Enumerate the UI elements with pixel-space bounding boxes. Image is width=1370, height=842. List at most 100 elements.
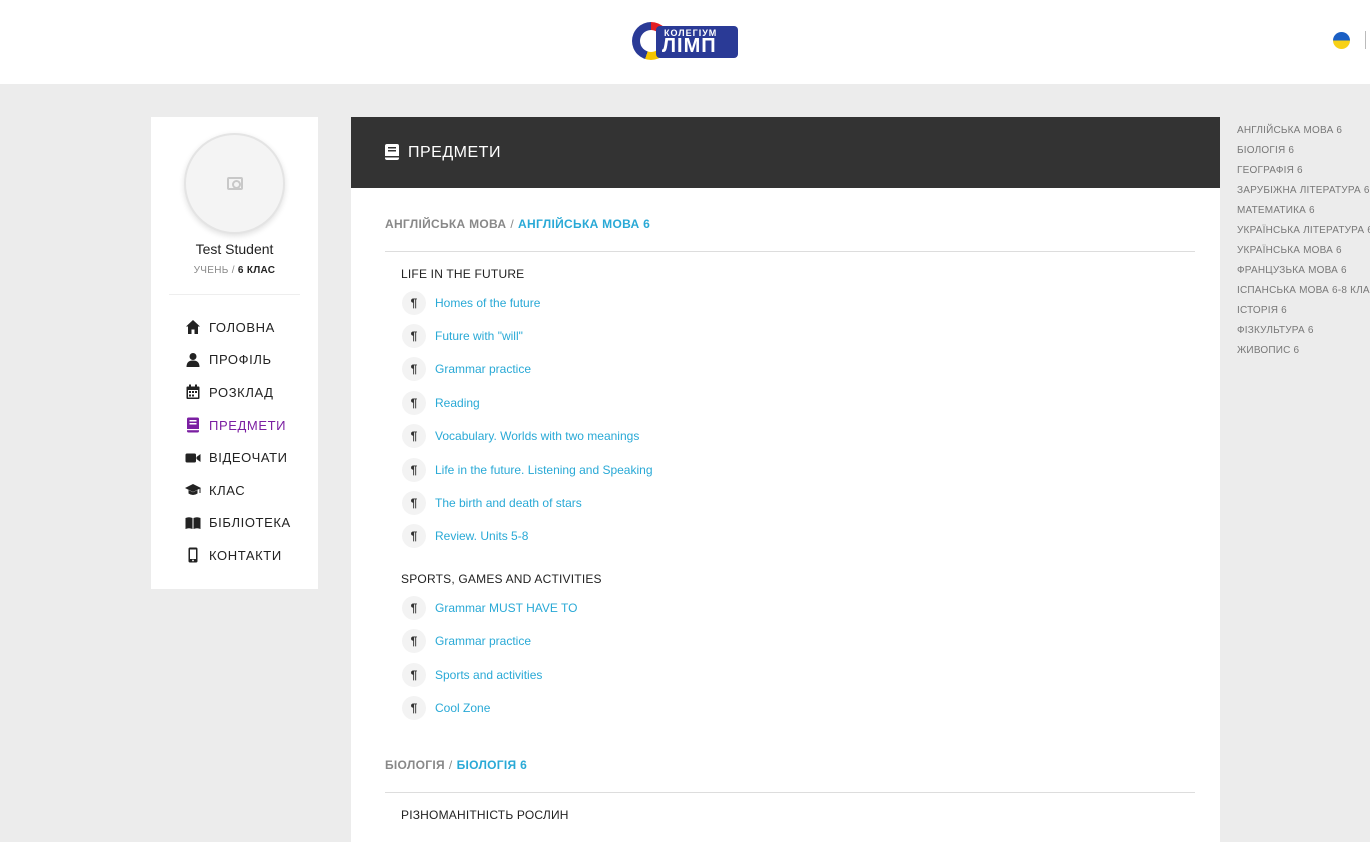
lesson-list: ¶ Homes of the future ¶ Future with "will" ¶… [402,286,653,553]
book-icon [184,417,201,434]
course-link[interactable]: ФРАНЦУЗЬКА МОВА 6 [1237,263,1370,283]
lesson-link[interactable]: Grammar MUST HAVE TO [435,601,577,615]
course-link[interactable]: БІОЛОГІЯ 6 [1237,143,1370,163]
lesson-link[interactable]: Vocabulary. Worlds with two meanings [435,429,639,443]
lesson-list: ¶ Grammar MUST HAVE TO ¶ Grammar practice ¶ S… [402,591,577,725]
divider [385,791,1195,793]
course-link[interactable]: ІСПАНСЬКА МОВА 6-8 КЛАС [1237,283,1370,303]
course-quick-list: АНГЛІЙСЬКА МОВА 6 БІОЛОГІЯ 6 ГЕОГРАФІЯ 6 ЗА… [1237,123,1370,363]
category-link[interactable]: АНГЛІЙСЬКА МОВА [385,217,506,231]
paragraph-icon: ¶ [402,595,426,620]
category-link[interactable]: БІОЛОГІЯ [385,758,445,772]
course-link[interactable]: УКРАЇНСЬКА ЛІТЕРАТУРА 6 [1237,223,1370,243]
course-link[interactable]: ІСТОРІЯ 6 [1237,303,1370,323]
lesson-item[interactable]: ¶ The birth and death of stars [402,486,653,519]
section-title: РІЗНОМАНІТНІСТЬ РОСЛИН [401,807,569,822]
menu-item-label: КОНТАКТИ [209,547,282,563]
menu-item-label: КЛАС [209,482,246,498]
lesson-link[interactable]: Review. Units 5-8 [435,529,528,543]
paragraph-icon: ¶ [402,491,426,516]
class-label: 6 КЛАС [237,265,276,276]
menu-item-label: БІБЛІОТЕКА [209,515,291,531]
video-icon [184,449,201,466]
breadcrumb-separator: / [448,757,453,772]
course-link[interactable]: АНГЛІЙСЬКА МОВА 6 [1237,123,1370,143]
lesson-item[interactable]: ¶ Sports and activities [402,658,577,691]
lesson-item[interactable]: ¶ Homes of the future [402,286,653,319]
ukraine-flag-icon[interactable] [1333,32,1350,49]
menu-item-phone[interactable]: КОНТАКТИ [184,539,291,572]
menu-item-calendar[interactable]: РОЗКЛАД [184,376,291,409]
subjects-panel: ПРЕДМЕТИ АНГЛІЙСЬКА МОВА / АНГЛІЙСЬКА МОВА… [351,117,1220,842]
lesson-link[interactable]: Homes of the future [435,296,540,310]
course-link[interactable]: УКРАЇНСЬКА МОВА 6 [1237,243,1370,263]
menu-item-video[interactable]: ВІДЕОЧАТИ [184,441,291,474]
graduation-cap-icon [184,482,201,499]
menu-item-home[interactable]: ГОЛОВНА [184,311,291,344]
menu-item-label: ПРЕДМЕТИ [209,417,287,433]
menu-item-label: ПРОФІЛЬ [209,352,272,368]
user-icon [184,351,201,368]
paragraph-icon: ¶ [402,390,426,415]
menu-item-open-book[interactable]: БІБЛІОТЕКА [184,507,291,540]
menu-item-label: РОЗКЛАД [209,384,274,400]
paragraph-icon: ¶ [402,629,426,654]
home-icon [184,319,201,336]
paragraph-icon: ¶ [402,424,426,449]
lesson-link[interactable]: Grammar practice [435,362,531,376]
divider [169,294,300,295]
avatar[interactable] [184,133,285,234]
course-link[interactable]: МАТЕМАТИКА 6 [1237,203,1370,223]
lesson-link[interactable]: Sports and activities [435,668,542,682]
course-link[interactable]: БІОЛОГІЯ 6 [457,758,528,772]
course-link[interactable]: ЖИВОПИС 6 [1237,343,1370,363]
menu-item-label: ВІДЕОЧАТИ [209,450,288,466]
book-icon [385,144,399,160]
breadcrumb: АНГЛІЙСЬКА МОВА / АНГЛІЙСЬКА МОВА 6 [385,217,650,231]
section-title: SPORTS, GAMES AND ACTIVITIES [401,572,602,587]
lesson-link[interactable]: Reading [435,396,480,410]
lesson-link[interactable]: Grammar practice [435,634,531,648]
divider [385,251,1195,252]
course-link[interactable]: ГЕОГРАФІЯ 6 [1237,163,1370,183]
lesson-item[interactable]: ¶ Life in the future. Listening and Speak… [402,453,653,486]
calendar-icon [184,384,201,401]
paragraph-icon: ¶ [402,290,426,315]
breadcrumb-separator: / [510,217,515,231]
lesson-link[interactable]: The birth and death of stars [435,496,582,510]
main-menu: ГОЛОВНА ПРОФІЛЬ РОЗКЛАД ПРЕДМЕТИ ВІДЕОЧАТИ КЛ… [184,311,291,572]
panel-header: ПРЕДМЕТИ [351,117,1220,188]
divider [1365,31,1366,49]
profile-sidebar: Test Student УЧЕНЬ / 6 КЛАС ГОЛОВНА ПРОФІ… [151,117,318,589]
lesson-item[interactable]: ¶ Grammar practice [402,625,577,658]
course-link[interactable]: ЗАРУБІЖНА ЛІТЕРАТУРА 6 [1237,183,1370,203]
lesson-item[interactable]: ¶ Reading [402,386,653,419]
lesson-item[interactable]: ¶ Review. Units 5-8 [402,520,653,553]
menu-item-book[interactable]: ПРЕДМЕТИ [184,409,291,442]
paragraph-icon: ¶ [402,524,426,549]
paragraph-icon: ¶ [402,324,426,349]
camera-icon [227,177,243,190]
paragraph-icon: ¶ [402,357,426,382]
logo-big-text: ЛІМП [662,35,717,57]
olimp-logo[interactable]: КОЛЕГІУМ ЛІМП [632,22,738,60]
page-title: ПРЕДМЕТИ [408,144,501,161]
course-link[interactable]: ФІЗКУЛЬТУРА 6 [1237,323,1370,343]
top-bar: КОЛЕГІУМ ЛІМП [0,0,1370,84]
menu-item-user[interactable]: ПРОФІЛЬ [184,344,291,377]
lesson-item[interactable]: ¶ Grammar practice [402,353,653,386]
paragraph-icon: ¶ [402,696,426,721]
paragraph-icon: ¶ [402,662,426,687]
lesson-link[interactable]: Cool Zone [435,701,490,715]
paragraph-icon: ¶ [402,457,426,482]
lesson-item[interactable]: ¶ Cool Zone [402,691,577,724]
lesson-link[interactable]: Life in the future. Listening and Speaki… [435,463,653,477]
lesson-link[interactable]: Future with "will" [435,329,523,343]
lesson-item[interactable]: ¶ Future with "will" [402,319,653,352]
menu-item-graduation-cap[interactable]: КЛАС [184,474,291,507]
course-link[interactable]: АНГЛІЙСЬКА МОВА 6 [518,217,650,231]
section-title: LIFE IN THE FUTURE [401,267,525,281]
lesson-item[interactable]: ¶ Grammar MUST HAVE TO [402,591,577,624]
lesson-item[interactable]: ¶ Vocabulary. Worlds with two meanings [402,420,653,453]
breadcrumb: БІОЛОГІЯ / БІОЛОГІЯ 6 [385,758,527,772]
